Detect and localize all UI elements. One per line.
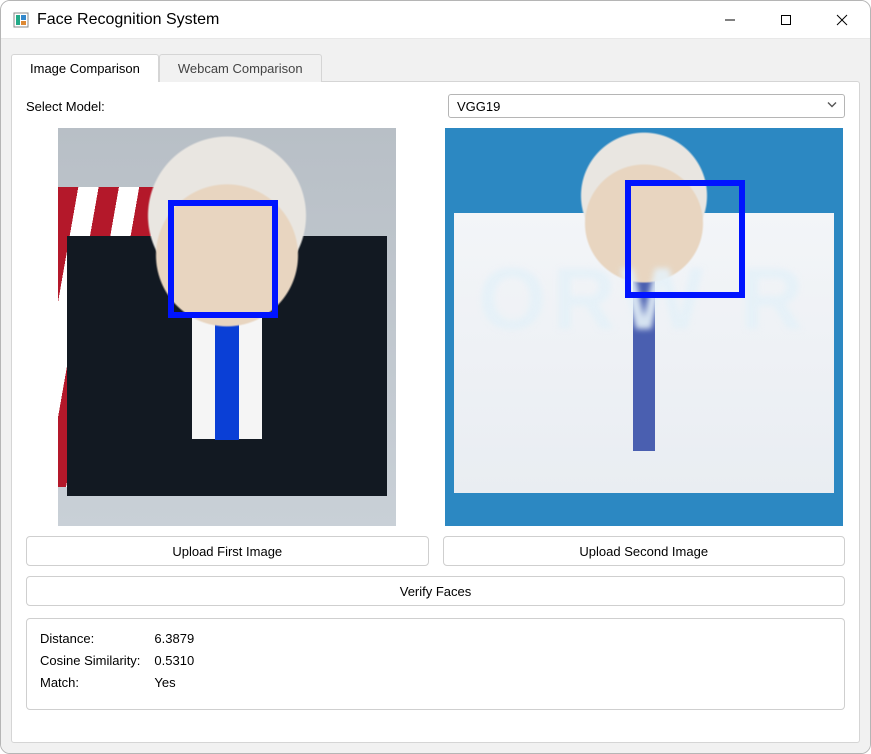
results-row-match: Match: Yes	[39, 673, 195, 693]
results-row-cosine: Cosine Similarity: 0.5310	[39, 651, 195, 671]
tab-image-comparison[interactable]: Image Comparison	[11, 54, 159, 82]
chevron-down-icon	[826, 99, 838, 114]
results-pane: Distance: 6.3879 Cosine Similarity: 0.53…	[26, 618, 845, 710]
close-button[interactable]	[814, 1, 870, 38]
tabs-header: Image Comparison Webcam Comparison	[11, 53, 860, 81]
app-window: Face Recognition System Image Comparison…	[0, 0, 871, 754]
upload-second-image-button[interactable]: Upload Second Image	[443, 536, 846, 566]
verify-faces-button[interactable]: Verify Faces	[26, 576, 845, 606]
verify-faces-label: Verify Faces	[400, 584, 472, 599]
close-icon	[835, 13, 849, 27]
second-image-face-box	[625, 180, 745, 298]
results-table: Distance: 6.3879 Cosine Similarity: 0.53…	[37, 627, 197, 696]
cosine-value: 0.5310	[148, 651, 195, 671]
second-image-cell	[443, 128, 846, 526]
upload-first-image-label: Upload First Image	[172, 544, 282, 559]
match-label: Match:	[39, 673, 146, 693]
first-image	[58, 128, 396, 526]
model-selected-value: VGG19	[457, 99, 500, 114]
model-row: Select Model: VGG19	[26, 94, 845, 118]
titlebar: Face Recognition System	[1, 1, 870, 39]
tab-panel-image-comparison: Select Model: VGG19	[11, 81, 860, 743]
upload-buttons-row: Upload First Image Upload Second Image	[26, 536, 845, 566]
window-buttons	[702, 1, 870, 38]
first-image-cell	[26, 128, 429, 526]
distance-label: Distance:	[39, 629, 146, 649]
client-area: Image Comparison Webcam Comparison Selec…	[1, 39, 870, 753]
images-row	[26, 128, 845, 526]
model-combobox[interactable]: VGG19	[448, 94, 845, 118]
distance-value: 6.3879	[148, 629, 195, 649]
minimize-button[interactable]	[702, 1, 758, 38]
maximize-icon	[779, 13, 793, 27]
upload-second-image-label: Upload Second Image	[579, 544, 708, 559]
app-icon	[13, 12, 29, 28]
second-image	[445, 128, 843, 526]
upload-first-image-button[interactable]: Upload First Image	[26, 536, 429, 566]
model-label: Select Model:	[26, 99, 436, 114]
minimize-icon	[723, 13, 737, 27]
verify-row: Verify Faces	[26, 576, 845, 606]
cosine-label: Cosine Similarity:	[39, 651, 146, 671]
window-title: Face Recognition System	[37, 11, 702, 29]
tab-webcam-comparison[interactable]: Webcam Comparison	[159, 54, 322, 82]
match-value: Yes	[148, 673, 195, 693]
first-image-face-box	[168, 200, 278, 318]
maximize-button[interactable]	[758, 1, 814, 38]
results-row-distance: Distance: 6.3879	[39, 629, 195, 649]
